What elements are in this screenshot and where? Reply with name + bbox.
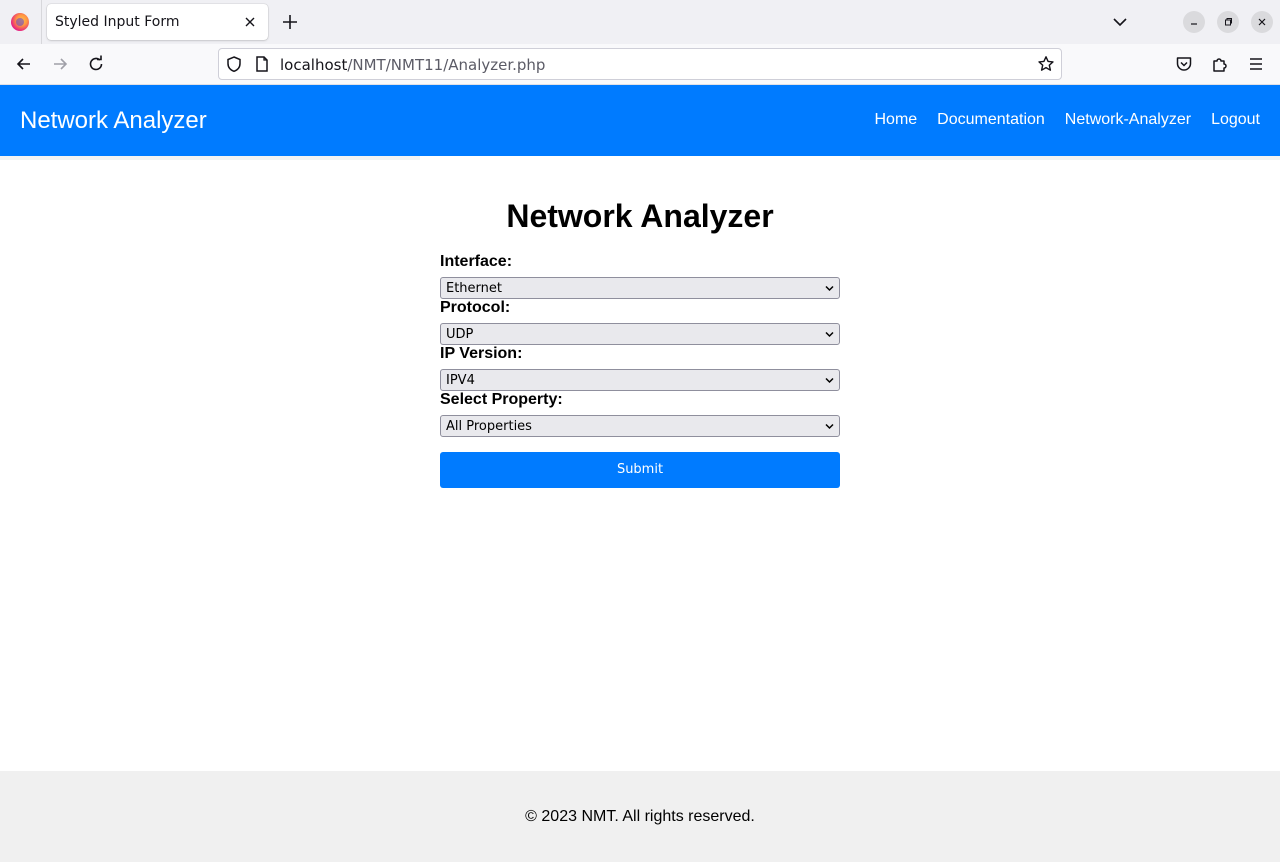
extensions-icon[interactable] <box>1210 54 1230 74</box>
browser-tab-active[interactable]: Styled Input Form <box>47 4 268 40</box>
site-footer: © 2023 NMT. All rights reserved. <box>0 771 1280 862</box>
pocket-icon[interactable] <box>1174 54 1194 74</box>
close-window-icon[interactable] <box>1251 11 1273 33</box>
chevron-down-icon[interactable] <box>1110 12 1130 32</box>
ip-version-label: IP Version: <box>440 345 523 362</box>
nav-link-documentation[interactable]: Documentation <box>937 111 1045 129</box>
property-label: Select Property: <box>440 391 563 408</box>
hamburger-menu-icon[interactable] <box>1246 54 1266 74</box>
container-shadow-left <box>0 156 420 160</box>
site-header: Network Analyzer Home Documentation Netw… <box>0 85 1280 156</box>
chevron-down-icon <box>825 377 834 384</box>
protocol-label: Protocol: <box>440 299 511 316</box>
protocol-select-value: UDP <box>446 327 474 342</box>
firefox-logo-icon[interactable] <box>11 13 29 31</box>
interface-select-value: Ethernet <box>446 281 502 296</box>
back-arrow-icon[interactable] <box>14 54 34 74</box>
nav-link-logout[interactable]: Logout <box>1211 111 1260 129</box>
chevron-down-icon <box>825 285 834 292</box>
browser-tab-strip: Styled Input Form <box>0 0 1280 44</box>
ip-version-select[interactable]: IPV4 <box>440 369 840 391</box>
site-brand[interactable]: Network Analyzer <box>20 107 207 135</box>
url-path: /NMT/NMT11/Analyzer.php <box>347 56 546 74</box>
chevron-down-icon <box>825 423 834 430</box>
tab-title: Styled Input Form <box>55 14 180 30</box>
interface-select[interactable]: Ethernet <box>440 277 840 299</box>
restore-icon[interactable] <box>1217 11 1239 33</box>
reload-icon[interactable] <box>86 54 106 74</box>
ip-version-select-value: IPV4 <box>446 373 475 388</box>
forward-arrow-icon[interactable] <box>50 54 70 74</box>
bookmark-star-icon[interactable] <box>1037 55 1055 73</box>
url-host: localhost <box>280 56 348 74</box>
minimize-icon[interactable] <box>1183 11 1205 33</box>
chevron-down-icon <box>825 331 834 338</box>
interface-label: Interface: <box>440 253 513 270</box>
protocol-select[interactable]: UDP <box>440 323 840 345</box>
address-bar[interactable]: localhost/NMT/NMT11/Analyzer.php <box>218 48 1062 80</box>
property-select-value: All Properties <box>446 419 532 434</box>
footer-copyright: © 2023 NMT. All rights reserved. <box>525 808 755 825</box>
tab-divider <box>41 0 42 44</box>
browser-toolbar: localhost/NMT/NMT11/Analyzer.php <box>0 44 1280 85</box>
plus-icon[interactable] <box>279 11 301 33</box>
page-title: Network Analyzer <box>506 198 774 234</box>
submit-button[interactable]: Submit <box>440 452 840 488</box>
page-icon[interactable] <box>253 55 271 73</box>
property-select[interactable]: All Properties <box>440 415 840 437</box>
shield-icon[interactable] <box>225 55 243 73</box>
close-icon[interactable] <box>240 12 260 32</box>
url-text: localhost/NMT/NMT11/Analyzer.php <box>280 56 545 74</box>
main-nav: Home Documentation Network-Analyzer Logo… <box>874 111 1260 129</box>
nav-link-network-analyzer[interactable]: Network-Analyzer <box>1065 111 1191 129</box>
nav-link-home[interactable]: Home <box>874 111 917 129</box>
container-shadow-right <box>860 156 1280 160</box>
